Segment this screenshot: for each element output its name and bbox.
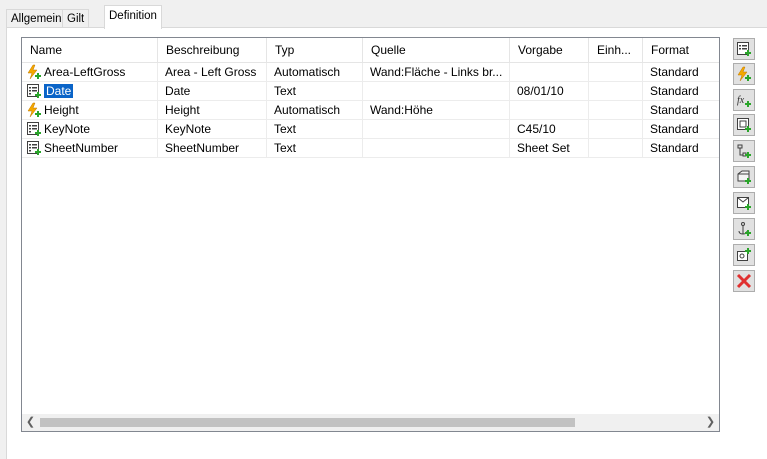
cell-quelle bbox=[363, 139, 510, 158]
column-header-quelle[interactable]: Quelle bbox=[363, 38, 510, 62]
row-name-text: SheetNumber bbox=[44, 141, 119, 155]
horizontal-scrollbar[interactable]: ❮ ❯ bbox=[22, 414, 719, 431]
add-graphic-property-icon bbox=[737, 248, 751, 261]
add-material-property-icon bbox=[737, 170, 751, 184]
tab-gilt-fuer[interactable]: Gilt für bbox=[62, 9, 90, 43]
column-header-name[interactable]: Name bbox=[22, 38, 158, 62]
row-name-text: Area-LeftGross bbox=[44, 65, 126, 79]
automatic-property-icon bbox=[27, 64, 41, 80]
add-project-property-button[interactable] bbox=[733, 192, 755, 214]
manual-property-icon bbox=[27, 84, 41, 98]
cell-name: Height bbox=[22, 101, 158, 120]
cell-quelle bbox=[363, 82, 510, 101]
cell-vorgabe: C45/10 bbox=[510, 120, 589, 139]
tab-allgemein[interactable]: Allgemein bbox=[6, 9, 67, 28]
add-manual-property-icon bbox=[737, 42, 751, 56]
add-anchor-property-button[interactable] bbox=[733, 218, 755, 240]
automatic-property-icon bbox=[27, 102, 41, 118]
cell-beschreibung: Date bbox=[158, 82, 267, 101]
grid-header: Name Beschreibung Typ Quelle Vorgabe Ein… bbox=[22, 38, 719, 63]
cell-typ: Text bbox=[267, 139, 363, 158]
cell-format: Standard bbox=[643, 120, 719, 139]
add-formula-property-button[interactable]: fx bbox=[733, 89, 755, 111]
cell-quelle: Wand:Fläche - Links br... bbox=[363, 63, 510, 82]
add-location-property-button[interactable] bbox=[733, 114, 755, 136]
cell-name: SheetNumber bbox=[22, 139, 158, 158]
scrollbar-thumb[interactable] bbox=[40, 418, 575, 427]
add-material-property-button[interactable] bbox=[733, 166, 755, 188]
cell-format: Standard bbox=[643, 82, 719, 101]
add-classification-property-button[interactable] bbox=[733, 140, 755, 162]
cell-format: Standard bbox=[643, 139, 719, 158]
cell-einheit bbox=[589, 101, 643, 120]
cell-name: KeyNote bbox=[22, 120, 158, 139]
cell-name: Date bbox=[22, 82, 158, 101]
cell-vorgabe bbox=[510, 101, 589, 120]
add-formula-property-icon: fx bbox=[737, 95, 751, 107]
add-classification-property-icon bbox=[737, 144, 751, 158]
cell-quelle: Wand:Höhe bbox=[363, 101, 510, 120]
column-header-einheit[interactable]: Einh... bbox=[589, 38, 643, 62]
table-row[interactable]: KeyNote KeyNote Text C45/10 Standard bbox=[22, 120, 719, 139]
tab-definition[interactable]: Definition bbox=[104, 5, 162, 29]
cell-einheit bbox=[589, 139, 643, 158]
cell-format: Standard bbox=[643, 101, 719, 120]
row-name-text: KeyNote bbox=[44, 122, 91, 136]
cell-einheit bbox=[589, 63, 643, 82]
row-name-text: Height bbox=[44, 103, 79, 117]
row-name-text[interactable]: Date bbox=[44, 84, 74, 98]
cell-beschreibung: SheetNumber bbox=[158, 139, 267, 158]
cell-format: Standard bbox=[643, 63, 719, 82]
cell-quelle bbox=[363, 120, 510, 139]
add-automatic-property-icon bbox=[737, 66, 751, 82]
cell-einheit bbox=[589, 82, 643, 101]
cell-beschreibung: Area - Left Gross bbox=[158, 63, 267, 82]
table-row[interactable]: SheetNumber SheetNumber Text Sheet Set S… bbox=[22, 139, 719, 158]
cell-typ: Automatisch bbox=[267, 101, 363, 120]
cell-typ: Text bbox=[267, 82, 363, 101]
cell-typ: Text bbox=[267, 120, 363, 139]
column-header-vorgabe[interactable]: Vorgabe bbox=[510, 38, 589, 62]
add-manual-property-button[interactable] bbox=[733, 38, 755, 60]
add-graphic-property-button[interactable] bbox=[733, 244, 755, 266]
delete-icon bbox=[736, 273, 752, 289]
svg-text:fx: fx bbox=[737, 95, 745, 106]
cell-name: Area-LeftGross bbox=[22, 63, 158, 82]
add-location-property-icon bbox=[737, 118, 751, 132]
cell-vorgabe: 08/01/10 bbox=[510, 82, 589, 101]
add-project-property-icon bbox=[737, 197, 751, 210]
cell-vorgabe: Sheet Set bbox=[510, 139, 589, 158]
column-header-typ[interactable]: Typ bbox=[267, 38, 363, 62]
manual-property-icon bbox=[27, 122, 41, 136]
add-anchor-property-icon bbox=[738, 222, 751, 236]
property-definition-grid[interactable]: Name Beschreibung Typ Quelle Vorgabe Ein… bbox=[21, 37, 720, 432]
column-header-format[interactable]: Format bbox=[643, 38, 719, 62]
table-row[interactable]: Date Date Text 08/01/10 Standard bbox=[22, 82, 719, 101]
table-row[interactable]: Height Height Automatisch Wand:Höhe Stan… bbox=[22, 101, 719, 120]
cell-vorgabe bbox=[510, 63, 589, 82]
column-header-beschreibung[interactable]: Beschreibung bbox=[158, 38, 267, 62]
cell-beschreibung: KeyNote bbox=[158, 120, 267, 139]
table-row[interactable]: Area-LeftGross Area - Left Gross Automat… bbox=[22, 63, 719, 82]
add-automatic-property-button[interactable] bbox=[733, 63, 755, 85]
cell-typ: Automatisch bbox=[267, 63, 363, 82]
scroll-right-icon[interactable]: ❯ bbox=[702, 414, 719, 431]
delete-property-button[interactable] bbox=[733, 270, 755, 292]
scroll-left-icon[interactable]: ❮ bbox=[22, 414, 39, 431]
cell-einheit bbox=[589, 120, 643, 139]
manual-property-icon bbox=[27, 141, 41, 155]
cell-beschreibung: Height bbox=[158, 101, 267, 120]
